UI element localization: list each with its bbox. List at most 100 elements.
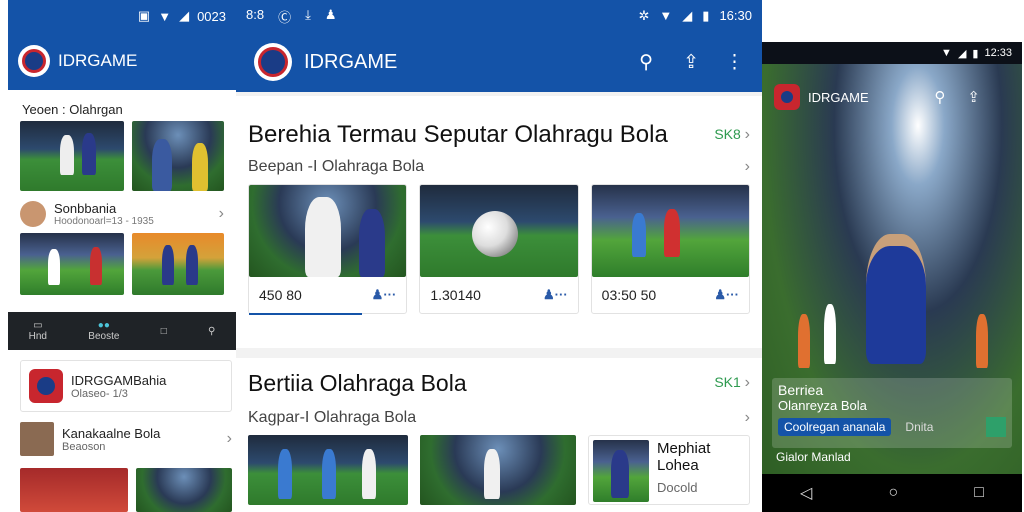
news-thumbnail[interactable] — [248, 435, 408, 505]
category-chip[interactable]: Coolregan ananala — [778, 418, 892, 436]
section-card: Bertiia Olahraga Bola SK1 › Kagpar-I Ola… — [236, 358, 762, 512]
more-icon[interactable]: ⋮ — [725, 51, 744, 74]
nav-item-saved[interactable]: □ — [161, 326, 167, 337]
signal-icon: ◢ — [682, 8, 693, 23]
signal-icon: ◢ — [179, 8, 190, 23]
wifi-icon: ▼ — [659, 8, 673, 23]
news-thumbnail[interactable] — [20, 233, 124, 295]
share-icon[interactable]: ⇪ — [683, 51, 699, 74]
news-image — [591, 185, 749, 277]
home-icon[interactable]: ○ — [888, 484, 898, 502]
news-thumbnail[interactable] — [136, 468, 232, 512]
app-title: IDRGAME — [58, 51, 138, 70]
news-thumbnail[interactable] — [131, 233, 224, 295]
news-card[interactable]: 450 80 ♟··· — [248, 184, 408, 315]
user-icon: ♟··· — [371, 287, 397, 302]
list-item-title: Kanakaalne Bola — [62, 425, 161, 441]
user-icon: ♟··· — [543, 287, 568, 302]
chevron-right-icon: › — [744, 374, 750, 391]
chevron-right-icon: › — [226, 430, 232, 447]
chevron-right-icon: › — [218, 205, 224, 222]
card-title: Lohea — [657, 457, 699, 474]
news-card[interactable]: 03:50 50 ♟··· — [590, 184, 750, 314]
nav-item-browse[interactable]: ●● Beoste — [88, 320, 119, 342]
card-subtitle: Docold — [657, 480, 698, 495]
list-item-title: Sonbbania — [54, 201, 117, 216]
user-icon: ♟··· — [714, 287, 739, 302]
home-icon: ▭ — [33, 320, 43, 331]
section-subtitle: Kagpar-I Olahraga Bola — [248, 409, 417, 426]
status-bar: ▣ ▼ ◢ 0023 — [8, 0, 236, 32]
headline-title: Berriea — [778, 382, 824, 398]
section-title: Bertiia Olahraga Bola — [248, 370, 467, 396]
app-logo[interactable] — [254, 43, 292, 81]
chevron-right-icon[interactable]: › — [745, 409, 750, 427]
notification-icon: ▣ — [137, 8, 151, 23]
avatar — [20, 201, 46, 227]
featured-card[interactable]: IDRGGAMBahia Olaseo- 1/3 — [20, 360, 232, 412]
nav-item-home[interactable]: ▭ Hnd — [29, 320, 47, 342]
news-thumbnail[interactable] — [20, 468, 128, 512]
club-logo — [29, 369, 63, 403]
nav-item-profile[interactable]: ⚲ — [208, 326, 215, 337]
section-title: Yeoen : Olahrgan — [22, 102, 123, 117]
status-time: 16:30 — [719, 8, 752, 23]
wifi-icon: ▼ — [941, 47, 952, 59]
app-logo[interactable] — [18, 45, 50, 77]
system-nav-bar: ◁ ○ □ — [762, 474, 1022, 512]
status-bar: ▼ ◢ ▮ 12:33 — [762, 42, 1022, 64]
square-icon: □ — [160, 325, 167, 337]
news-thumbnail[interactable] — [131, 121, 224, 191]
sync-icon: Ⓒ — [278, 9, 292, 25]
avatar — [20, 422, 54, 456]
section-title: Berehia Termau Seputar Olahragu Bola — [248, 121, 668, 148]
app-bar: IDRGAME — [8, 32, 236, 90]
list-item-subtitle: Beaoson — [62, 440, 106, 453]
list-item[interactable]: Kanakaalne Bola Beaoson › — [20, 422, 232, 456]
see-all-link[interactable]: SK8 › — [714, 122, 750, 148]
download-icon: ⤓ — [305, 6, 311, 22]
search-icon[interactable]: ⚲ — [934, 88, 945, 106]
card-title: Mephiat — [657, 440, 711, 457]
share-icon[interactable]: ⇪ — [967, 88, 980, 106]
app-logo[interactable] — [774, 84, 800, 110]
headline-overlay[interactable]: Berriea Olanreyza Bola Coolregan ananala… — [772, 378, 1012, 448]
list-item-subtitle: Hoodonoarl=13 - 1935 — [54, 216, 154, 227]
card-value: 1.30140 — [430, 287, 481, 303]
status-left: 8:8 — [246, 6, 265, 22]
search-icon[interactable]: ⚲ — [639, 51, 653, 74]
chevron-right-icon[interactable]: › — [745, 158, 750, 176]
app-title: IDRGAME — [304, 50, 398, 73]
section-subtitle: Beepan -I Olahraga Bola — [248, 158, 425, 175]
news-thumbnail[interactable] — [20, 121, 124, 191]
news-card[interactable]: Mephiat Lohea Docold — [588, 435, 750, 505]
headline-title: Olanreyza Bola — [778, 398, 867, 413]
browse-icon: ●● — [97, 320, 110, 331]
see-all-link[interactable]: SK1 › — [714, 370, 750, 397]
trend-icon[interactable] — [986, 417, 1006, 437]
wifi-icon: ▼ — [158, 8, 172, 24]
news-card[interactable]: 1.30140 ♟··· — [419, 184, 579, 314]
card-subtitle: Olaseo- 1/3 — [71, 387, 128, 400]
news-image — [249, 185, 407, 277]
recents-icon[interactable]: □ — [974, 484, 984, 502]
news-thumbnail[interactable] — [420, 435, 576, 505]
center-phone: 8:8 Ⓒ ⤓ ♟ ✲ ▼ ◢ ▮ 16:30 IDRGAME ⚲ ⇪ ⋮ Be… — [236, 0, 762, 512]
news-image — [593, 440, 649, 502]
bottom-nav: ▭ Hnd ●● Beoste □ ⚲ — [8, 312, 236, 350]
left-phone: ▣ ▼ ◢ 0023 IDRGAME Yeoen : Olahrgan Sonb… — [8, 0, 236, 512]
progress-bar — [249, 313, 363, 315]
card-title: IDRGGAMBahia — [71, 372, 167, 388]
section-card: Berehia Termau Seputar Olahragu Bola SK8… — [236, 96, 762, 348]
battery-icon: ▮ — [972, 47, 979, 60]
card-value: 03:50 50 — [601, 287, 657, 303]
player-figure — [866, 234, 926, 364]
list-item[interactable]: Sonbbania Hoodonoarl=13 - 1935 › — [8, 191, 236, 233]
status-bar: 8:8 Ⓒ ⤓ ♟ ✲ ▼ ◢ ▮ 16:30 — [236, 0, 762, 32]
signal-icon: ◢ — [957, 47, 967, 60]
back-icon[interactable]: ◁ — [800, 483, 812, 503]
status-time: 12:33 — [984, 47, 1012, 59]
thumb-icon: ♟ — [324, 6, 337, 22]
status-time: 0023 — [197, 8, 226, 24]
bluetooth-icon: ✲ — [638, 8, 650, 23]
